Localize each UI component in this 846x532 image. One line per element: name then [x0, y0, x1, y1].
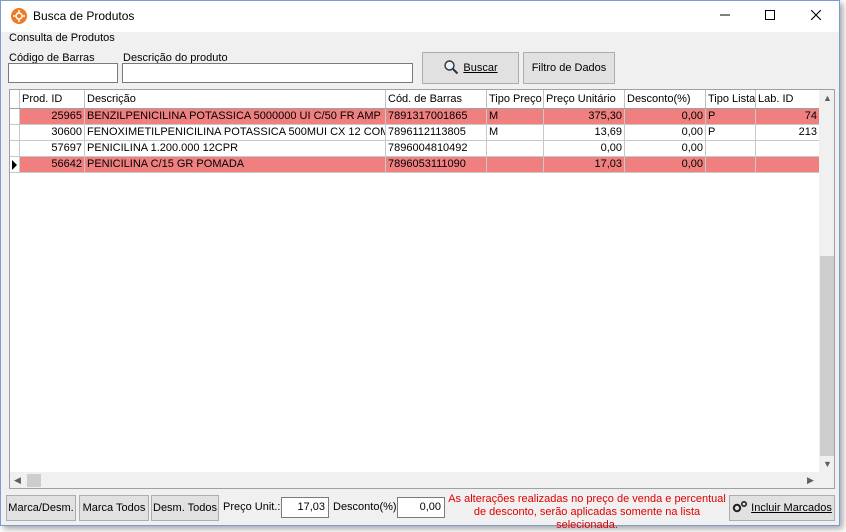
cell-discount[interactable]: 0,00: [625, 141, 706, 157]
table-row[interactable]: 30600 FENOXIMETILPENICILINA POTASSICA 500…: [10, 125, 820, 141]
row-indicator-cell[interactable]: [10, 109, 20, 125]
cell-barcode[interactable]: 7891317001865: [386, 109, 487, 125]
cell-barcode[interactable]: 7896053111090: [386, 157, 487, 173]
horizontal-scroll-thumb[interactable]: [27, 474, 41, 487]
cell-lab-id[interactable]: [756, 157, 820, 173]
column-header-lab-id[interactable]: Lab. ID: [756, 90, 820, 108]
unmark-all-button[interactable]: Desm. Todos: [151, 495, 219, 521]
cell-unit-price[interactable]: 0,00: [544, 141, 625, 157]
grid-header: Prod. ID Descrição Cód. de Barras Tipo P…: [10, 90, 820, 109]
cell-price-type[interactable]: [487, 141, 544, 157]
search-button-label: Buscar: [463, 62, 498, 74]
discount-input[interactable]: 0,00: [397, 497, 445, 518]
cell-discount[interactable]: 0,00: [625, 157, 706, 173]
cell-barcode[interactable]: 7896112113805: [386, 125, 487, 141]
search-button[interactable]: Buscar: [422, 52, 519, 84]
maximize-icon: [765, 10, 775, 23]
cell-prod-id[interactable]: 30600: [20, 125, 85, 141]
include-marked-label: Incluir Marcados: [751, 502, 832, 514]
cell-price-type[interactable]: M: [487, 109, 544, 125]
discount-label: Desconto(%):: [333, 501, 400, 513]
cell-description[interactable]: PENICILINA C/15 GR POMADA: [85, 157, 386, 173]
column-header-price-type[interactable]: Tipo Preço: [487, 90, 544, 108]
scroll-left-icon[interactable]: ◀: [14, 475, 21, 486]
unit-price-label: Preço Unit.:: [223, 501, 281, 513]
barcode-input[interactable]: [8, 63, 118, 83]
table-row[interactable]: 56642 PENICILINA C/15 GR POMADA 7896053111…: [10, 157, 820, 173]
column-header-barcode[interactable]: Cód. de Barras: [386, 90, 487, 108]
table-row[interactable]: 25965 BENZILPENICILINA POTASSICA 5000000 …: [10, 109, 820, 125]
cell-description[interactable]: FENOXIMETILPENICILINA POTASSICA 500MUI C…: [85, 125, 386, 141]
product-search-window: Busca de Produtos Consulta de Produtos C…: [0, 0, 840, 531]
cell-unit-price[interactable]: 13,69: [544, 125, 625, 141]
cell-price-type[interactable]: M: [487, 125, 544, 141]
cell-discount[interactable]: 0,00: [625, 125, 706, 141]
cell-lab-id[interactable]: 213: [756, 125, 820, 141]
products-grid: Prod. ID Descrição Cód. de Barras Tipo P…: [9, 89, 835, 489]
minimize-icon: [720, 10, 730, 23]
close-button[interactable]: [793, 1, 839, 32]
scroll-right-icon[interactable]: ▶: [807, 475, 814, 486]
mark-all-button[interactable]: Marca Todos: [79, 495, 149, 521]
vertical-scrollbar[interactable]: ▲ ▼: [819, 90, 834, 473]
app-logo-icon: [11, 8, 27, 24]
close-icon: [810, 9, 822, 23]
row-indicator-cell[interactable]: [10, 125, 20, 141]
column-header-unit-price[interactable]: Preço Unitário: [544, 90, 625, 108]
cell-description[interactable]: BENZILPENICILINA POTASSICA 5000000 UI C/…: [85, 109, 386, 125]
data-filter-button[interactable]: Filtro de Dados: [523, 52, 615, 84]
description-input[interactable]: [122, 63, 413, 83]
cell-list-type[interactable]: P: [706, 109, 756, 125]
header-indicator-cell: [10, 90, 20, 108]
magnifier-icon: [443, 59, 459, 78]
horizontal-scrollbar[interactable]: ◀ ▶: [10, 472, 819, 488]
column-header-prod-id[interactable]: Prod. ID: [20, 90, 85, 108]
cell-barcode[interactable]: 7896004810492: [386, 141, 487, 157]
current-row-indicator-icon[interactable]: [10, 157, 20, 173]
cell-description[interactable]: PENICILINA 1.200.000 12CPR: [85, 141, 386, 157]
cell-prod-id[interactable]: 57697: [20, 141, 85, 157]
unit-price-input[interactable]: 17,03: [281, 497, 329, 518]
cell-lab-id[interactable]: 74: [756, 109, 820, 125]
table-row[interactable]: 57697 PENICILINA 1.200.000 12CPR 789600481…: [10, 141, 820, 157]
cell-unit-price[interactable]: 17,03: [544, 157, 625, 173]
price-change-notice: As alterações realizadas no preço de ven…: [448, 493, 726, 531]
vertical-scroll-thumb[interactable]: [820, 256, 834, 456]
title-bar: Busca de Produtos: [1, 1, 839, 32]
cell-list-type[interactable]: [706, 141, 756, 157]
cell-unit-price[interactable]: 375,30: [544, 109, 625, 125]
cell-price-type[interactable]: [487, 157, 544, 173]
column-header-description[interactable]: Descrição: [85, 90, 386, 108]
cell-list-type[interactable]: P: [706, 125, 756, 141]
row-indicator-cell[interactable]: [10, 141, 20, 157]
minimize-button[interactable]: [702, 1, 748, 32]
scroll-corner: [819, 473, 834, 488]
column-header-list-type[interactable]: Tipo Lista: [706, 90, 756, 108]
cell-prod-id[interactable]: 56642: [20, 157, 85, 173]
search-group-label: Consulta de Produtos: [9, 32, 115, 44]
mark-toggle-button[interactable]: Marca/Desm.: [6, 495, 76, 521]
scroll-up-icon[interactable]: ▲: [823, 93, 832, 103]
cell-prod-id[interactable]: 25965: [20, 109, 85, 125]
include-marked-button[interactable]: Incluir Marcados: [729, 495, 835, 521]
column-header-discount[interactable]: Desconto(%): [625, 90, 706, 108]
cell-lab-id[interactable]: [756, 141, 820, 157]
gears-icon: [732, 500, 748, 517]
window-title: Busca de Produtos: [33, 9, 135, 23]
maximize-button[interactable]: [747, 1, 793, 32]
scroll-down-icon[interactable]: ▼: [823, 459, 832, 469]
cell-list-type[interactable]: [706, 157, 756, 173]
cell-discount[interactable]: 0,00: [625, 109, 706, 125]
